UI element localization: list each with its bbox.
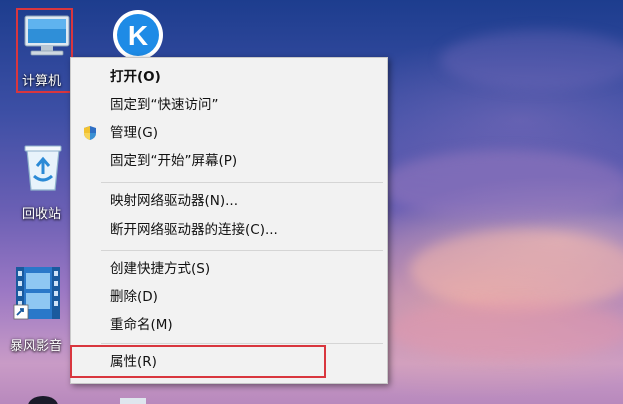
- menu-item-manage-label: 管理(G): [110, 125, 158, 141]
- desktop-icon-recycle-bin-label: 回收站: [22, 207, 62, 222]
- partial-desktop-icon: [120, 398, 146, 404]
- desktop-icon-kugou[interactable]: K: [103, 6, 173, 64]
- partial-desktop-icon: [28, 396, 58, 404]
- cloud-decoration: [380, 150, 623, 220]
- menu-item-rename[interactable]: 重命名(M): [71, 313, 387, 337]
- menu-separator: [101, 343, 383, 344]
- menu-item-pin-quick-access[interactable]: 固定到“快速访问”: [71, 93, 387, 117]
- properties-highlight-box: [70, 345, 326, 378]
- menu-item-manage[interactable]: 管理(G): [71, 121, 387, 145]
- cloud-decoration: [390, 300, 623, 360]
- uac-shield-icon: [84, 126, 96, 140]
- menu-item-create-shortcut[interactable]: 创建快捷方式(S): [71, 257, 387, 281]
- menu-separator: [101, 250, 383, 251]
- menu-item-disconnect-network-drive[interactable]: 断开网络驱动器的连接(C)...: [71, 218, 387, 242]
- cloud-decoration: [440, 30, 623, 90]
- menu-item-pin-start[interactable]: 固定到“开始”屏幕(P): [71, 149, 387, 173]
- desktop-icon-baofeng-label: 暴风影音: [10, 339, 63, 354]
- svg-text:K: K: [128, 20, 148, 51]
- menu-item-open[interactable]: 打开(O): [71, 65, 387, 89]
- recycle-bin-icon: [24, 145, 62, 191]
- film-player-icon: [13, 267, 60, 320]
- menu-item-delete[interactable]: 删除(D): [71, 285, 387, 309]
- menu-separator: [101, 182, 383, 183]
- cloud-decoration: [410, 230, 623, 310]
- computer-highlight-box: [16, 8, 73, 93]
- kugou-k-icon: K: [113, 10, 163, 60]
- menu-item-map-network-drive[interactable]: 映射网络驱动器(N)...: [71, 189, 387, 213]
- context-menu: 打开(O) 固定到“快速访问” 管理(G) 固定到“开始”屏幕(P) 映射网络驱…: [70, 57, 388, 384]
